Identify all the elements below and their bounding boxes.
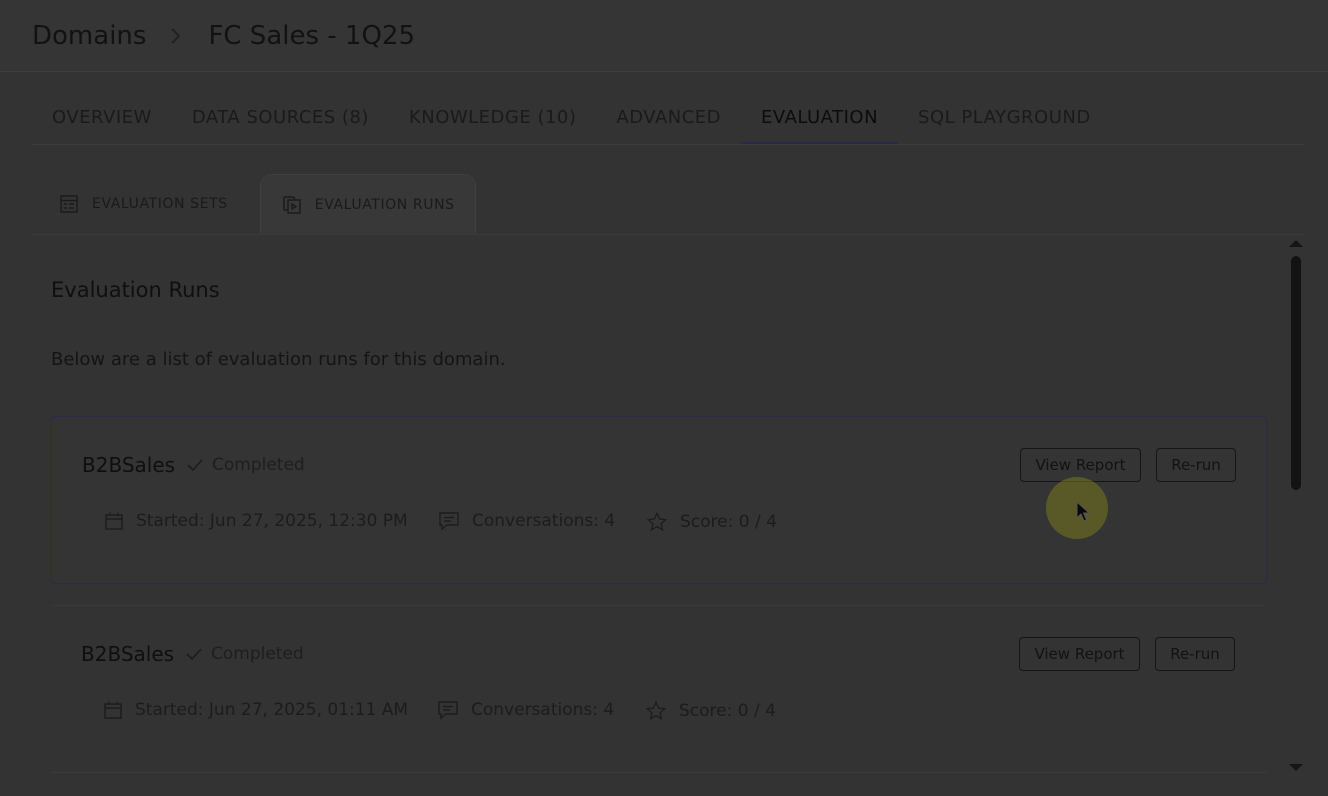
- run-conversations: Conversations: 4: [438, 511, 615, 531]
- breadcrumb-current: FC Sales - 1Q25: [208, 20, 416, 51]
- run-started-text: Started: Jun 27, 2025, 01:11 AM: [135, 700, 409, 720]
- status-text: Completed: [212, 455, 305, 475]
- vertical-scrollbar[interactable]: [1286, 236, 1306, 776]
- run-score: Score: 0 / 4: [646, 511, 777, 533]
- tab-sql-playground[interactable]: SQL PLAYGROUND: [898, 96, 1111, 142]
- subtab-evaluation-sets[interactable]: EVALUATION SETS: [32, 174, 248, 234]
- tab-evaluation[interactable]: EVALUATION: [741, 96, 899, 144]
- run-score-text: Score: 0 / 4: [679, 701, 776, 721]
- section-description: Below are a list of evaluation runs for …: [51, 349, 506, 370]
- mouse-pointer-icon: [1076, 500, 1091, 527]
- evaluation-subtabs: EVALUATION SETS EVALUATION RUNS: [32, 172, 1304, 235]
- run-score: Score: 0 / 4: [645, 700, 776, 722]
- tab-knowledge[interactable]: KNOWLEDGE (10): [389, 96, 597, 142]
- status-text: Completed: [211, 644, 304, 664]
- chat-icon: [438, 511, 460, 531]
- run-conversations-text: Conversations: 4: [471, 700, 615, 720]
- run-name: B2BSales: [82, 453, 176, 477]
- scrollbar-thumb[interactable]: [1291, 256, 1301, 490]
- run-conversations-text: Conversations: 4: [472, 511, 616, 531]
- star-icon: [645, 700, 667, 722]
- chevron-right-icon: [170, 27, 182, 45]
- rerun-button[interactable]: Re-run: [1156, 448, 1236, 482]
- check-icon: [186, 458, 204, 472]
- subtab-evaluation-sets-label: EVALUATION SETS: [92, 196, 228, 212]
- run-name: B2BSales: [81, 642, 175, 666]
- run-started: Started: Jun 27, 2025, 12:30 PM: [104, 511, 408, 531]
- tab-data-sources[interactable]: DATA SOURCES (8): [172, 96, 389, 142]
- table-icon: [59, 194, 79, 214]
- status-badge: Completed: [185, 644, 304, 664]
- tab-overview[interactable]: OVERVIEW: [32, 96, 172, 142]
- star-icon: [646, 511, 668, 533]
- status-badge: Completed: [186, 455, 305, 475]
- view-report-button[interactable]: View Report: [1019, 637, 1140, 671]
- breadcrumb-root[interactable]: Domains: [32, 21, 146, 51]
- rerun-button[interactable]: Re-run: [1155, 637, 1235, 671]
- run-started-text: Started: Jun 27, 2025, 12:30 PM: [136, 511, 408, 531]
- domain-tabs: OVERVIEW DATA SOURCES (8) KNOWLEDGE (10)…: [32, 96, 1304, 145]
- header-bar: Domains FC Sales - 1Q25: [0, 0, 1328, 72]
- tab-advanced[interactable]: ADVANCED: [596, 96, 741, 142]
- scroll-up-arrow-icon[interactable]: [1289, 240, 1303, 247]
- calendar-icon: [103, 700, 123, 720]
- list-divider: [51, 772, 1267, 773]
- scroll-down-arrow-icon[interactable]: [1289, 764, 1303, 771]
- copy-run-icon: [282, 195, 302, 215]
- subtab-evaluation-runs[interactable]: EVALUATION RUNS: [259, 174, 476, 234]
- check-icon: [185, 647, 203, 661]
- run-conversations: Conversations: 4: [437, 700, 614, 720]
- chat-icon: [437, 700, 459, 720]
- section-title: Evaluation Runs: [51, 278, 220, 302]
- run-card: B2BSales Completed View Report Re-run St…: [51, 605, 1267, 773]
- run-score-text: Score: 0 / 4: [680, 512, 777, 532]
- calendar-icon: [104, 511, 124, 531]
- run-started: Started: Jun 27, 2025, 01:11 AM: [103, 700, 408, 720]
- subtab-evaluation-runs-label: EVALUATION RUNS: [314, 196, 455, 213]
